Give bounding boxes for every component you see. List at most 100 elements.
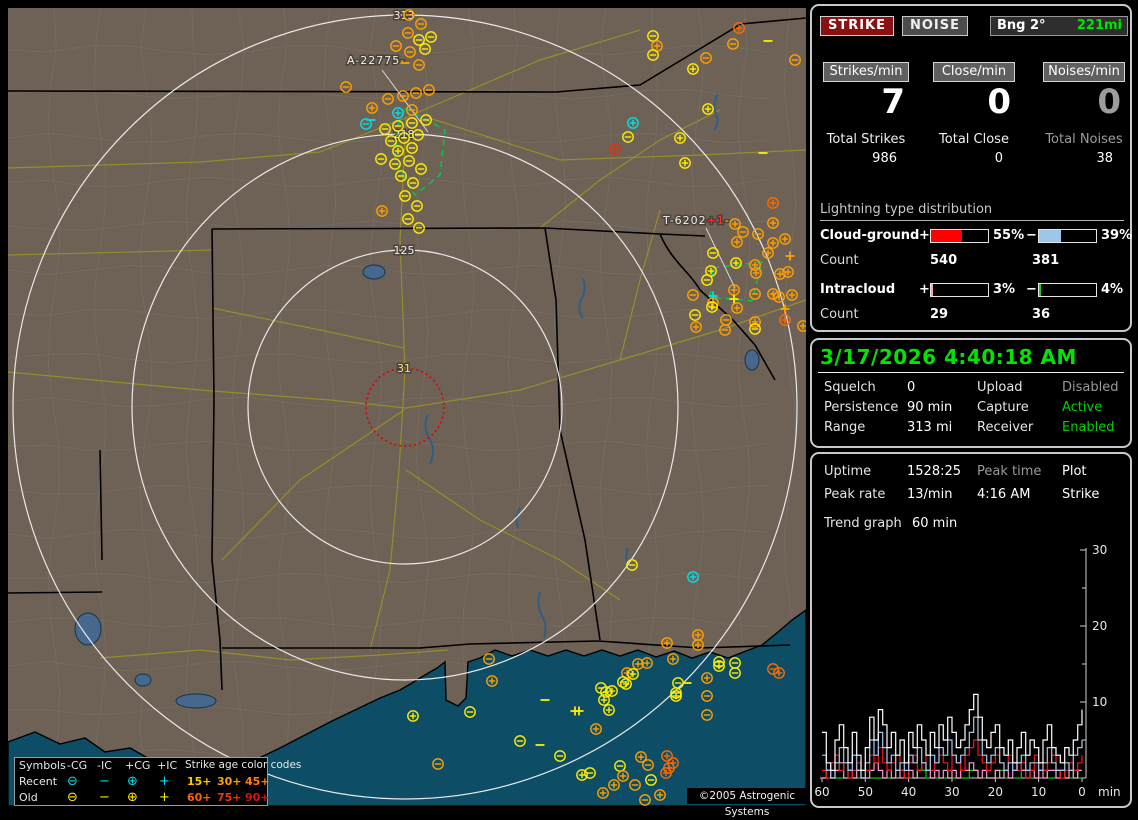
close-column: Close/min 0 Total Close 0 <box>933 62 1015 166</box>
trend-graph-window: 60 min <box>912 516 958 531</box>
nexstorm-window: { "panel": { "mode_buttons": {"strike": … <box>0 0 1138 818</box>
intracloud-row: Intracloud + 3% − 4% <box>820 282 1126 298</box>
strike-mode-button[interactable]: STRIKE <box>820 16 894 36</box>
ic-minus-pct: 4% <box>1101 282 1124 297</box>
status-box: 3/17/2026 4:40:18 AM Squelch 0 Upload Di… <box>810 338 1132 448</box>
range-ring-label-31: 31 <box>397 362 411 375</box>
cg-minus-recent-icon: ⊖ <box>67 774 78 789</box>
trend-graph-label: Trend graph <box>824 516 902 531</box>
receiver-status: Enabled <box>1062 420 1115 435</box>
cg-minus-pct: 39% <box>1101 228 1133 243</box>
minus-sign: − <box>1026 228 1037 243</box>
bearing-label: Bng 2° <box>997 18 1046 33</box>
age-60-label: 60+ <box>187 791 212 804</box>
legend-header-ic-plus: +IC <box>157 759 178 772</box>
ic-plus-old-icon: + <box>159 790 170 805</box>
cg-minus-old-icon: ⊖ <box>67 790 78 805</box>
total-close-label: Total Close <box>939 132 1009 147</box>
ic-plus-count: 29 <box>930 307 949 322</box>
strikes-per-min-value: 7 <box>881 82 905 122</box>
range-label: Range <box>824 420 866 435</box>
ic-plus-pct: 3% <box>993 282 1016 297</box>
age-15-label: 15+ <box>187 775 212 788</box>
legend-row-old-label: Old <box>19 791 38 804</box>
strike-stats-box: STRIKE NOISE Bng 2° 221mi Strikes/min 7 … <box>810 4 1132 332</box>
total-noises-value: 38 <box>1096 151 1113 166</box>
trend-box: Uptime 1528:25 Peak time Plot Peak rate … <box>810 452 1132 808</box>
age-45-label: 45+ <box>245 775 270 788</box>
ic-plus-bar <box>930 283 989 297</box>
trend-y-tick: 10 <box>1092 695 1107 709</box>
trend-y-tick: 30 <box>1092 543 1107 557</box>
legend-header-cg-minus: -CG <box>67 759 88 772</box>
trend-x-unit: min <box>1098 785 1121 799</box>
trend-y-tick: 20 <box>1092 619 1107 633</box>
uptime-value: 1528:25 <box>907 464 962 479</box>
storm-track-label-T-6202: T-6202+1- <box>662 214 730 227</box>
persistence-label: Persistence <box>824 400 899 415</box>
bearing-distance: 221mi <box>1076 18 1122 33</box>
ic-minus-bar <box>1038 283 1097 297</box>
map-canvas[interactable]: 31321812531A-22775-T-6202+1- <box>0 0 812 812</box>
ic-plus-recent-icon: + <box>159 774 170 789</box>
date-time-display: 3/17/2026 4:40:18 AM <box>820 345 1077 369</box>
peak-time-label: Peak time <box>977 464 1042 479</box>
receiver-label: Receiver <box>977 420 1034 435</box>
trend-x-tick: 10 <box>1031 785 1046 799</box>
plot-mode-value: Strike <box>1062 487 1100 502</box>
trend-x-tick: 30 <box>944 785 959 799</box>
close-per-min-chip: Close/min <box>933 62 1015 82</box>
peak-time-value: 4:16 AM <box>977 487 1031 502</box>
ic-minus-count: 36 <box>1032 307 1051 322</box>
strike-trend-chart: 10 20 30 60 50 40 30 20 10 0 min <box>814 543 1121 799</box>
noise-mode-button[interactable]: NOISE <box>902 16 968 36</box>
bearing-readout: Bng 2° 221mi <box>990 16 1128 36</box>
strikes-column: Strikes/min 7 Total Strikes 986 <box>823 62 909 166</box>
clock-divider <box>818 372 1124 373</box>
total-close-value: 0 <box>994 151 1003 166</box>
close-per-min-value: 0 <box>987 82 1011 122</box>
intracloud-count-row: Count 29 36 <box>820 307 1126 322</box>
ic-minus-old-icon: − <box>99 790 110 805</box>
noises-column: Noises/min 0 Total Noises 38 <box>1043 62 1125 166</box>
age-30-label: 30+ <box>217 775 242 788</box>
plus-sign: + <box>919 228 930 243</box>
count-label: Count <box>820 307 859 322</box>
peak-rate-row: Peak rate 13/min 4:16 AM Strike <box>812 487 1130 505</box>
squelch-row: Squelch 0 Upload Disabled <box>812 380 1130 398</box>
intracloud-label: Intracloud <box>820 282 896 297</box>
copyright-label: ©2005 Astrogenic Systems <box>687 788 807 818</box>
minus-sign: − <box>1026 282 1037 297</box>
trend-x-tick: 60 <box>814 785 829 799</box>
distribution-section-title: Lightning type distribution <box>820 202 1124 221</box>
cg-plus-pct: 55% <box>993 228 1025 243</box>
noises-per-min-value: 0 <box>1097 82 1121 122</box>
squelch-value: 0 <box>907 380 916 395</box>
legend-header-cg-plus: +CG <box>125 759 151 772</box>
strikes-per-min-chip: Strikes/min <box>823 62 909 82</box>
range-value: 313 mi <box>907 420 953 435</box>
cloud-ground-label: Cloud-ground <box>820 228 920 243</box>
cg-plus-bar <box>930 229 989 243</box>
trend-x-tick: 50 <box>858 785 873 799</box>
cg-plus-count: 540 <box>930 253 958 268</box>
capture-status: Active <box>1062 400 1103 415</box>
cg-plus-recent-icon: ⊕ <box>127 774 138 789</box>
storm-track-label-A-22775: A-22775- <box>347 54 405 67</box>
squelch-label: Squelch <box>824 380 876 395</box>
peak-rate-value: 13/min <box>907 487 953 502</box>
age-90-label: 90+ <box>245 791 270 804</box>
peak-rate-label: Peak rate <box>824 487 886 502</box>
plus-sign: + <box>919 282 930 297</box>
range-row: Range 313 mi Receiver Enabled <box>812 420 1130 438</box>
legend-age-title: Strike age color codes <box>185 759 302 771</box>
trend-x-tick: 40 <box>901 785 916 799</box>
upload-status: Disabled <box>1062 380 1119 395</box>
count-label: Count <box>820 253 859 268</box>
total-strikes-value: 986 <box>872 151 897 166</box>
capture-label: Capture <box>977 400 1029 415</box>
uptime-row: Uptime 1528:25 Peak time Plot <box>812 464 1130 482</box>
cloud-ground-count-row: Count 540 381 <box>820 253 1126 268</box>
legend-header-ic-minus: -IC <box>97 759 112 772</box>
total-noises-label: Total Noises <box>1045 132 1123 147</box>
